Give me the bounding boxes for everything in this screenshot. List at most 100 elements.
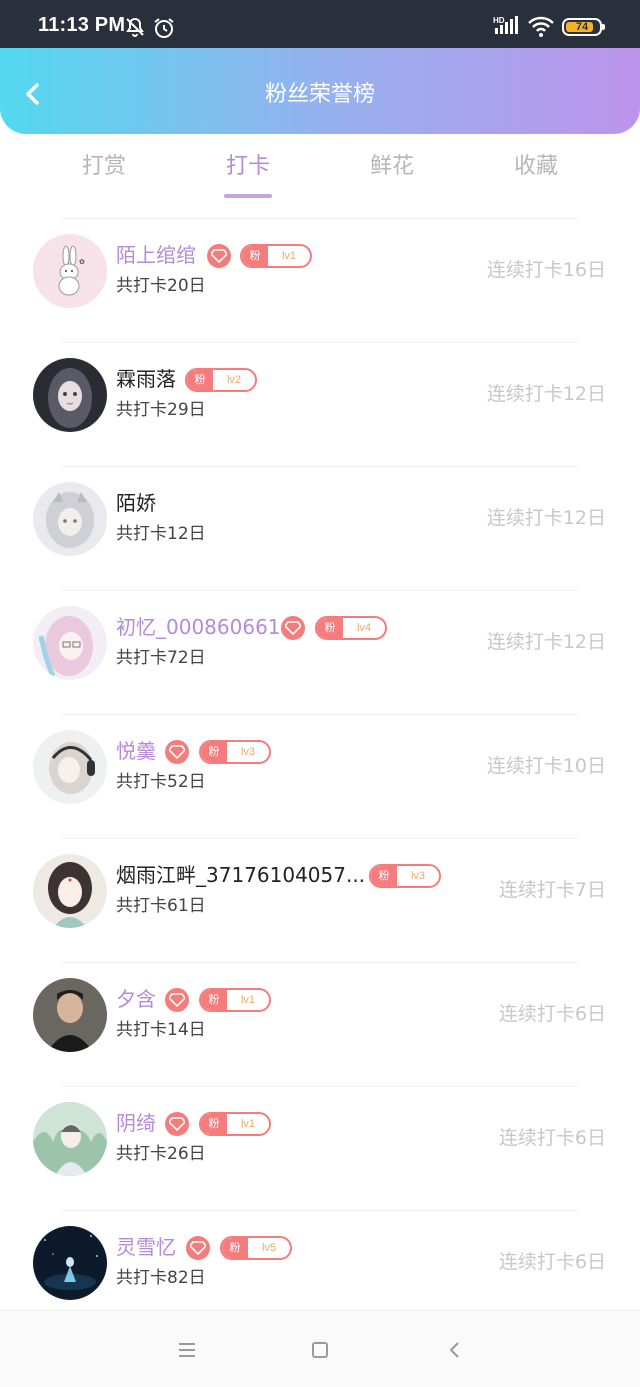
fan-level-badge: 粉 lv4 bbox=[315, 616, 387, 640]
fan-level: lv5 bbox=[261, 1242, 277, 1254]
network-label: HD bbox=[493, 16, 505, 25]
dark-hair-avatar-icon bbox=[33, 358, 107, 432]
user-name: 悦羹 bbox=[116, 739, 156, 763]
status-bar: 11:13 PM HD 74 bbox=[0, 0, 640, 48]
avatar bbox=[33, 482, 107, 556]
svg-text:✿: ✿ bbox=[79, 258, 85, 266]
tab-favorites[interactable]: 收藏 bbox=[486, 152, 586, 182]
list-item[interactable]: 陌娇 共打卡12日 连续打卡12日 bbox=[0, 466, 640, 590]
total-checkin: 共打卡26日 bbox=[116, 1144, 206, 1164]
fan-level-badge: 粉 lv3 bbox=[199, 740, 271, 764]
wifi-icon bbox=[527, 15, 555, 43]
fan-level: lv2 bbox=[226, 374, 242, 386]
list-item[interactable]: ✿ 陌上绾绾 粉 lv1 共打卡20日 连续打卡16日 bbox=[0, 218, 640, 342]
fan-level-badge: 粉 lv3 bbox=[369, 864, 441, 888]
streak-checkin: 连续打卡6日 bbox=[498, 1251, 606, 1273]
streak-checkin: 连续打卡7日 bbox=[498, 879, 606, 901]
page-title: 粉丝荣誉榜 bbox=[264, 82, 375, 107]
total-checkin: 共打卡20日 bbox=[116, 276, 206, 296]
fan-level: lv3 bbox=[240, 746, 256, 758]
app-screen: 11:13 PM HD 74 粉丝荣誉榜 打赏 打卡 鲜花 收藏 ✿ 陌上绾绾 … bbox=[0, 0, 640, 1387]
tab-checkin[interactable]: 打卡 bbox=[198, 152, 298, 182]
total-checkin: 共打卡52日 bbox=[116, 772, 206, 792]
fan-label: 粉 bbox=[242, 246, 268, 266]
fan-label: 粉 bbox=[201, 1114, 227, 1134]
fan-level: lv1 bbox=[240, 1118, 256, 1130]
avatar bbox=[33, 1102, 107, 1176]
bunny-avatar-icon: ✿ bbox=[33, 234, 107, 308]
list-item[interactable]: 初忆_000860661 粉 lv4 共打卡72日 连续打卡12日 bbox=[0, 590, 640, 714]
fan-label: 粉 bbox=[371, 866, 397, 886]
system-nav-bar bbox=[0, 1310, 640, 1387]
user-name: 陌上绾绾 bbox=[116, 243, 196, 267]
user-name: 阴绮 bbox=[116, 1111, 156, 1135]
fan-label: 粉 bbox=[317, 618, 343, 638]
home-button[interactable] bbox=[305, 1335, 335, 1365]
pink-hair-avatar-icon bbox=[33, 606, 107, 680]
fan-level-badge: 粉 lv1 bbox=[240, 244, 312, 268]
streak-checkin: 连续打卡16日 bbox=[486, 259, 606, 281]
mute-bell-icon bbox=[124, 16, 146, 42]
user-name: 陌娇 bbox=[116, 491, 156, 515]
diamond-icon bbox=[207, 244, 231, 268]
total-checkin: 共打卡14日 bbox=[116, 1020, 206, 1040]
tab-reward[interactable]: 打赏 bbox=[54, 152, 154, 182]
headphones-avatar-icon bbox=[33, 730, 107, 804]
diamond-icon bbox=[165, 740, 189, 764]
diamond-icon bbox=[165, 988, 189, 1012]
list-item[interactable]: 烟雨江畔_37176104057... 粉 lv3 共打卡61日 连续打卡7日 bbox=[0, 838, 640, 962]
battery-icon: 74 bbox=[562, 18, 605, 36]
fan-label: 粉 bbox=[187, 370, 213, 390]
fan-level-badge: 粉 lv1 bbox=[199, 988, 271, 1012]
white-hair-avatar-icon bbox=[33, 482, 107, 556]
fan-level: lv4 bbox=[356, 622, 372, 634]
user-name: 霖雨落 bbox=[116, 367, 176, 391]
total-checkin: 共打卡61日 bbox=[116, 896, 206, 916]
fan-level-badge: 粉 lv1 bbox=[199, 1112, 271, 1136]
signal-icon: HD bbox=[492, 14, 520, 42]
list-item[interactable]: 夕含 粉 lv1 共打卡14日 连续打卡6日 bbox=[0, 962, 640, 1086]
diamond-icon bbox=[186, 1236, 210, 1260]
battery-percent: 74 bbox=[575, 21, 589, 33]
header-bar: 粉丝荣誉榜 bbox=[0, 48, 640, 134]
menu-icon bbox=[179, 1343, 195, 1357]
diamond-icon bbox=[165, 1112, 189, 1136]
back-triangle-icon bbox=[449, 1342, 459, 1358]
fan-level: lv1 bbox=[240, 994, 256, 1006]
diamond-icon bbox=[281, 616, 305, 640]
list-item[interactable]: 阴绮 粉 lv1 共打卡26日 连续打卡6日 bbox=[0, 1086, 640, 1210]
streak-checkin: 连续打卡12日 bbox=[486, 383, 606, 405]
night-sky-avatar-icon bbox=[33, 1226, 107, 1300]
list-item[interactable]: 霖雨落 粉 lv2 共打卡29日 连续打卡12日 bbox=[0, 342, 640, 466]
fan-level-badge: 粉 lv5 bbox=[220, 1236, 292, 1260]
total-checkin: 共打卡29日 bbox=[116, 400, 206, 420]
user-name: 灵雪忆 bbox=[116, 1235, 176, 1259]
streak-checkin: 连续打卡12日 bbox=[486, 631, 606, 653]
avatar: ✿ bbox=[33, 234, 107, 308]
fan-level: lv3 bbox=[410, 870, 426, 882]
list-item[interactable]: 悦羹 粉 lv3 共打卡52日 连续打卡10日 bbox=[0, 714, 640, 838]
fan-level-badge: 粉 lv2 bbox=[185, 368, 257, 392]
forest-boy-avatar-icon bbox=[33, 1102, 107, 1176]
avatar bbox=[33, 358, 107, 432]
total-checkin: 共打卡12日 bbox=[116, 524, 206, 544]
tab-flowers[interactable]: 鲜花 bbox=[342, 152, 442, 182]
fan-level: lv1 bbox=[281, 250, 297, 262]
fan-label: 粉 bbox=[201, 990, 227, 1010]
tab-bar: 打赏 打卡 鲜花 收藏 bbox=[0, 146, 640, 206]
user-name: 夕含 bbox=[116, 987, 156, 1011]
boy-photo-avatar-icon bbox=[33, 978, 107, 1052]
streak-checkin: 连续打卡10日 bbox=[486, 755, 606, 777]
status-time: 11:13 PM bbox=[38, 14, 126, 36]
avatar bbox=[33, 1226, 107, 1300]
system-back-button[interactable] bbox=[440, 1335, 470, 1365]
avatar bbox=[33, 606, 107, 680]
streak-checkin: 连续打卡12日 bbox=[486, 507, 606, 529]
home-square-icon bbox=[312, 1342, 328, 1358]
user-name: 烟雨江畔_37176104057... bbox=[116, 863, 366, 887]
total-checkin: 共打卡72日 bbox=[116, 648, 206, 668]
menu-button[interactable] bbox=[172, 1335, 202, 1365]
user-name: 初忆_000860661 bbox=[116, 615, 281, 639]
avatar bbox=[33, 854, 107, 928]
total-checkin: 共打卡82日 bbox=[116, 1268, 206, 1288]
